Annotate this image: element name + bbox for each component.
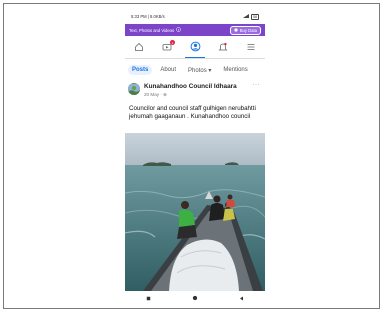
top-navigation: 2: [125, 38, 265, 59]
data-icon: [234, 27, 238, 33]
post-author[interactable]: Kunahandhoo Council Idhaara: [144, 83, 237, 90]
page-tabs: Posts About Photos ▾ Mentions: [125, 63, 265, 77]
data-plan-banner[interactable]: Text, Photos and Videos ? Buy Data: [125, 24, 265, 36]
status-icons: 58: [243, 13, 259, 20]
help-icon[interactable]: ?: [176, 27, 181, 33]
phone-screen: 5:33 PM | 8.0KB/s 58 Text, Photos and Vi…: [125, 10, 265, 302]
post-photo[interactable]: [125, 133, 265, 291]
post-date: 20 May · ⊕: [144, 92, 167, 97]
nav-notifications[interactable]: [216, 41, 230, 55]
post-header: Kunahandhoo Council Idhaara 20 May · ⊕ ·…: [128, 82, 262, 100]
buy-data-button[interactable]: Buy Data: [230, 25, 261, 35]
nav-menu[interactable]: [244, 41, 258, 55]
tab-photos[interactable]: Photos ▾: [184, 65, 215, 76]
buy-data-label: Buy Data: [239, 27, 257, 33]
status-bar: 5:33 PM | 8.0KB/s 58: [125, 10, 265, 23]
home-button[interactable]: [192, 288, 198, 303]
video-badge: 2: [170, 40, 175, 45]
tab-about[interactable]: About: [156, 65, 180, 75]
nav-home[interactable]: [132, 41, 146, 55]
notifications-icon: [218, 39, 228, 57]
system-navigation-bar: [125, 291, 265, 302]
back-button[interactable]: [239, 288, 244, 303]
tab-mentions[interactable]: Mentions: [219, 65, 251, 75]
battery-icon: 58: [251, 13, 259, 20]
status-time: 5:33 PM | 8.0KB/s: [131, 14, 165, 19]
post-text: Councilor and council staff gulhigen ner…: [129, 105, 256, 120]
banner-text: Text, Photos and Videos: [129, 27, 175, 33]
profile-icon: [190, 39, 201, 57]
home-icon: [134, 39, 144, 57]
menu-icon: [246, 39, 256, 57]
recents-button[interactable]: [146, 288, 151, 303]
avatar[interactable]: [128, 83, 140, 95]
nav-profile[interactable]: [185, 39, 205, 59]
nav-video[interactable]: 2: [160, 40, 175, 55]
tab-posts[interactable]: Posts: [128, 65, 153, 75]
signal-icon: [243, 14, 249, 19]
more-options-icon[interactable]: ···: [253, 82, 261, 88]
